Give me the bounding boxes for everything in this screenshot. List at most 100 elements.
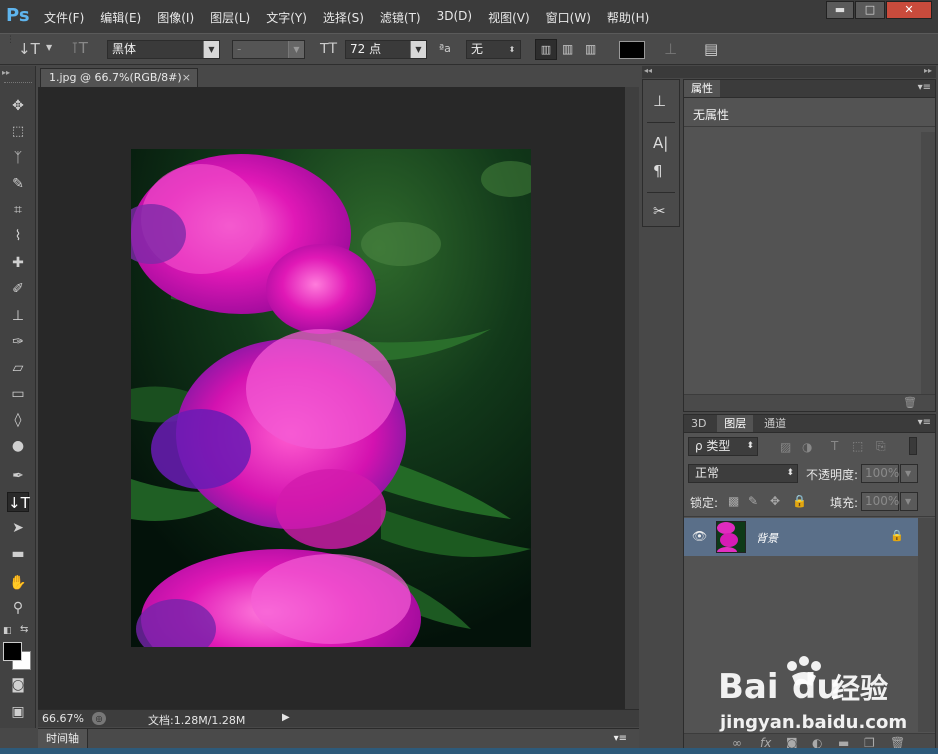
eraser-tool-icon[interactable]: ▱ [7, 358, 29, 378]
text-orientation-icon[interactable]: ⊺T [71, 39, 88, 57]
dodge-tool-icon[interactable]: ● [7, 436, 29, 456]
filter-type-icon[interactable]: T [831, 439, 838, 453]
tool-presets-icon[interactable]: ✂ [653, 202, 666, 220]
timeline-tab[interactable]: 时间轴 [38, 729, 88, 748]
close-icon[interactable]: × [182, 69, 191, 87]
layer-name[interactable]: 背景 [756, 530, 778, 546]
chevron-down-icon[interactable]: ▼ [900, 464, 918, 483]
properties-panel: 属性 ▾≡ 无属性 🗑 [683, 79, 936, 412]
filter-toggle[interactable] [909, 437, 917, 455]
rectangle-tool-icon[interactable]: ▬ [7, 544, 29, 564]
close-button[interactable]: ✕ [886, 1, 932, 19]
vertical-scrollbar[interactable] [625, 87, 639, 709]
opacity-input[interactable]: 100% [861, 464, 899, 483]
zoom-tool-icon[interactable]: ⚲ [7, 598, 29, 618]
align-right-icon[interactable]: ▥ [585, 42, 596, 56]
default-colors-icon[interactable]: ◧ [3, 626, 12, 636]
quick-selection-tool-icon[interactable]: ✎ [7, 174, 29, 194]
menu-item[interactable]: 滤镜(T) [380, 9, 421, 26]
trash-icon[interactable]: 🗑 [903, 396, 917, 409]
brush-tool-icon[interactable]: ✐ [7, 279, 29, 299]
paragraph-icon[interactable]: ¶ [653, 162, 663, 180]
panel-menu-icon[interactable]: ▾≡ [918, 417, 931, 428]
lock-all-icon[interactable]: 🔒 [792, 494, 807, 508]
lock-pixels-icon[interactable]: ✎ [748, 494, 758, 508]
filter-smart-object-icon[interactable]: ⎘ [876, 439, 886, 454]
hand-tool-icon[interactable]: ✋ [7, 573, 29, 593]
screen-mode-icon[interactable]: ▣ [7, 702, 29, 722]
blur-tool-icon[interactable]: ◊ [7, 410, 29, 430]
warp-text-icon[interactable]: ⊥ [664, 40, 677, 58]
document-image[interactable] [131, 149, 531, 647]
collapse-icon[interactable]: ▸▸ [2, 68, 10, 77]
menu-item[interactable]: 编辑(E) [100, 9, 141, 26]
gradient-tool-icon[interactable]: ▭ [7, 384, 29, 404]
maximize-button[interactable]: □ [855, 1, 885, 19]
layer-row[interactable]: 👁 背景 🔒 [684, 518, 918, 556]
properties-scrollbar[interactable] [921, 132, 935, 394]
path-selection-tool-icon[interactable]: ➤ [7, 518, 29, 538]
panel-menu-icon[interactable]: ▾≡ [918, 82, 931, 93]
healing-brush-tool-icon[interactable]: ✚ [7, 253, 29, 273]
blend-mode-select[interactable]: 正常 ⬍ [688, 464, 798, 483]
font-style-select[interactable]: - ▼ [232, 40, 305, 59]
crop-tool-icon[interactable]: ⌗ [7, 200, 29, 220]
chevron-down-icon[interactable]: ▼ [46, 43, 52, 52]
history-brush-tool-icon[interactable]: ✑ [7, 332, 29, 352]
eyedropper-tool-icon[interactable]: ⌇ [7, 226, 29, 246]
tab-layers[interactable]: 图层 [717, 415, 754, 432]
menu-item[interactable]: 图层(L) [210, 9, 250, 26]
menu-item[interactable]: 图像(I) [157, 9, 194, 26]
character-icon[interactable]: A| [653, 134, 668, 152]
filter-shape-icon[interactable]: ⬚ [852, 439, 863, 453]
menu-item[interactable]: 3D(D) [437, 9, 472, 26]
pen-tool-icon[interactable]: ✒ [7, 466, 29, 486]
lock-position-icon[interactable]: ✥ [770, 494, 780, 508]
tab-properties[interactable]: 属性 [684, 80, 720, 97]
foreground-color-swatch[interactable] [3, 642, 22, 661]
align-center-icon[interactable]: ▥ [562, 42, 573, 56]
marquee-tool-icon[interactable]: ⬚ [7, 122, 29, 142]
quick-mask-icon[interactable]: ◙ [7, 675, 29, 695]
menu-item[interactable]: 视图(V) [488, 9, 530, 26]
menu-item[interactable]: 窗口(W) [546, 9, 591, 26]
opacity-value: 100% [865, 466, 900, 480]
text-tool-preset-icon[interactable]: ↓T [18, 40, 40, 58]
menu-item[interactable]: 帮助(H) [607, 9, 649, 26]
tab-3d[interactable]: 3D [684, 415, 713, 432]
character-panel-icon[interactable]: ▤ [704, 40, 718, 58]
tab-channels[interactable]: 通道 [757, 415, 793, 432]
chevron-down-icon[interactable]: ▼ [900, 492, 918, 511]
stamp-tool-icon[interactable]: ⊥ [7, 306, 29, 326]
status-menu-arrow-icon[interactable]: ▶ [282, 712, 290, 723]
menu-item[interactable]: 文件(F) [44, 9, 84, 26]
visibility-eye-icon[interactable]: 👁 [692, 529, 707, 543]
status-info-icon[interactable]: ◎ [92, 712, 106, 725]
menu-item[interactable]: 选择(S) [323, 9, 364, 26]
filter-adjustment-icon[interactable]: ◑ [802, 440, 812, 454]
swap-colors-icon[interactable]: ⇆ [20, 624, 28, 635]
filter-pixel-icon[interactable]: ▨ [780, 440, 791, 454]
align-left-icon[interactable]: ▥ [535, 39, 557, 60]
document-tab[interactable]: 1.jpg @ 66.7%(RGB/8#) × [40, 68, 198, 87]
text-color-swatch[interactable] [619, 41, 645, 59]
minimize-button[interactable]: ▬ [826, 1, 854, 19]
collapse-icon[interactable]: ◂◂ [644, 66, 652, 75]
status-bar: 66.67% ◎ 文档:1.28M/1.28M ▶ [38, 709, 639, 727]
zoom-level[interactable]: 66.67% [42, 712, 84, 725]
font-size-value: 72 点 [350, 42, 382, 56]
lasso-tool-icon[interactable]: ᛉ [7, 148, 29, 168]
font-size-select[interactable]: 72 点 ▼ [345, 40, 427, 59]
move-tool-icon[interactable]: ✥ [7, 96, 29, 116]
panel-menu-icon[interactable]: ▾≡ [606, 729, 635, 748]
clone-source-icon[interactable]: ⊥ [653, 92, 666, 110]
menu-item[interactable]: 文字(Y) [266, 9, 307, 26]
font-family-select[interactable]: 黑体 ▼ [107, 40, 220, 59]
antialias-select[interactable]: 无 ⬍ [466, 40, 521, 59]
lock-transparent-icon[interactable]: ▩ [728, 494, 739, 508]
fill-input[interactable]: 100% [861, 492, 899, 511]
watermark-brand: Bai [718, 667, 779, 707]
type-tool-icon[interactable]: ↓T [7, 492, 30, 512]
layer-filter-select[interactable]: ρ 类型 ⬍ [688, 437, 758, 456]
expand-icon[interactable]: ▸▸ [924, 66, 932, 75]
